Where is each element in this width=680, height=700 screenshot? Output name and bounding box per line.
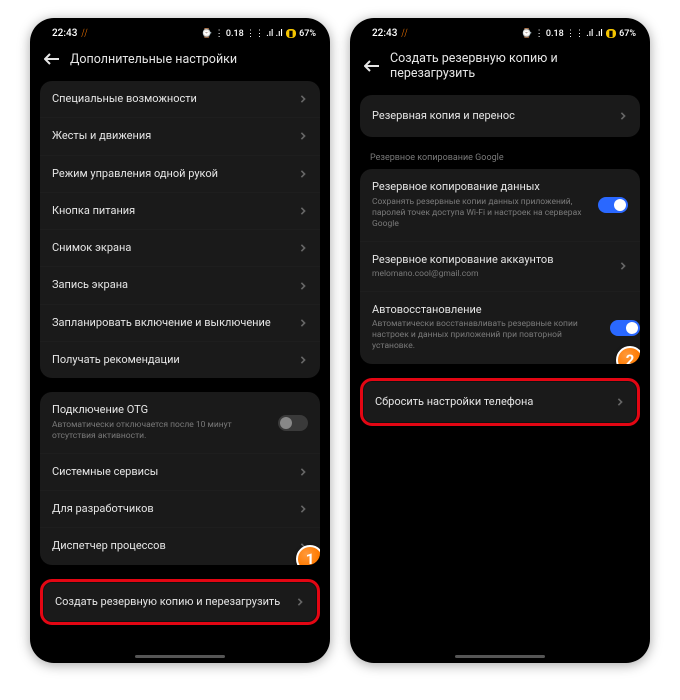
phone-right: 22:43 ⧸⧸ ⌚ ⋮ 0.18 ⋮⋮ .ıl .ıl ▮ 67% Созда… [350,18,650,663]
status-app-icon: ⧸⧸ [81,29,87,39]
status-bar: 22:43 ⧸⧸ ⌚ ⋮ 0.18 ⋮⋮ .ıl .ıl ▮ 67% [30,18,330,45]
toggle-backup-data[interactable] [598,197,628,213]
battery-icon: ▮ [286,29,296,38]
row-screenshot[interactable]: Снимок экрана [40,229,320,266]
status-bar: 22:43 ⧸⧸ ⌚ ⋮ 0.18 ⋮⋮ .ıl .ıl ▮ 67% [350,18,650,45]
row-label: Автовосстановление [372,303,602,317]
row-label: Системные сервисы [52,465,290,479]
battery-label: 67% [299,29,316,39]
row-schedule-power[interactable]: Запланировать включение и выключение [40,304,320,341]
row-backup-reset[interactable]: Создать резервную копию и перезагрузить [43,582,317,622]
row-label: Резервная копия и перенос [372,109,610,123]
toggle-autorestore[interactable] [610,320,640,336]
chevron-right-icon [298,467,308,477]
row-sublabel: Автоматически восстанавливать резервные … [372,319,602,352]
row-label: Жесты и движения [52,129,290,143]
back-icon[interactable] [364,58,380,74]
row-label: Для разработчиков [52,502,290,516]
chevron-right-icon [298,206,308,216]
row-sublabel: melomano.cool@gmail.com [372,269,610,280]
row-system-services[interactable]: Системные сервисы [40,453,320,490]
settings-group-1: Специальные возможности Жесты и движения… [40,81,320,378]
row-backup-transfer[interactable]: Резервная копия и перенос [360,95,640,137]
row-label: Запланировать включение и выключение [52,316,290,330]
page-header: Создать резервную копию и перезагрузить [350,45,650,95]
row-label: Резервное копирование аккаунтов [372,253,610,267]
chevron-right-icon [615,397,625,407]
status-time: 22:43 [52,28,77,39]
callout-badge-1: 1 [296,545,320,565]
row-sublabel: Автоматически отключается после 10 минут… [52,420,270,442]
highlight-backup-reset: Создать резервную копию и перезагрузить [40,579,320,625]
row-label: Сбросить настройки телефона [375,395,607,409]
page-header: Дополнительные настройки [30,45,330,81]
chevron-right-icon [298,131,308,141]
highlight-reset-phone: Сбросить настройки телефона [360,378,640,426]
toggle-otg[interactable] [278,415,308,431]
status-right-icons: ⌚ ⋮ 0.18 ⋮⋮ .ıl .ıl [521,29,603,39]
row-label: Кнопка питания [52,204,290,218]
phone-left: 22:43 ⧸⧸ ⌚ ⋮ 0.18 ⋮⋮ .ıl .ıl ▮ 67% Допол… [30,18,330,663]
row-label: Специальные возможности [52,92,290,106]
chevron-right-icon [298,504,308,514]
chevron-right-icon [298,169,308,179]
status-right-icons: ⌚ ⋮ 0.18 ⋮⋮ .ıl .ıl [201,29,283,39]
row-otg[interactable]: Подключение OTG Автоматически отключаетс… [40,392,320,452]
back-icon[interactable] [44,51,60,67]
status-right: ⌚ ⋮ 0.18 ⋮⋮ .ıl .ıl ▮ 67% [521,29,636,39]
status-right: ⌚ ⋮ 0.18 ⋮⋮ .ıl .ıl ▮ 67% [201,29,316,39]
chevron-right-icon [298,281,308,291]
chevron-right-icon [298,318,308,328]
section-label-google: Резервное копирование Google [350,151,650,169]
row-sublabel: Сохранять резервные копии данных приложе… [372,197,590,230]
row-autorestore[interactable]: Автовосстановление Автоматически восстан… [360,291,640,363]
chevron-right-icon [618,261,628,271]
status-app-icon: ⧸⧸ [401,29,407,39]
status-left: 22:43 ⧸⧸ [52,28,88,39]
row-backup-accounts[interactable]: Резервное копирование аккаунтов melomano… [360,241,640,291]
settings-group-google: Резервное копирование данных Сохранять р… [360,169,640,363]
settings-group-2: Подключение OTG Автоматически отключаетс… [40,392,320,564]
row-gestures[interactable]: Жесты и движения [40,117,320,154]
settings-group-backup: Резервная копия и перенос [360,95,640,137]
status-left: 22:43 ⧸⧸ [372,28,408,39]
row-reset-phone[interactable]: Сбросить настройки телефона [363,381,637,423]
row-recommendations[interactable]: Получать рекомендации [40,341,320,378]
row-label: Диспетчер процессов [52,539,290,553]
row-label: Подключение OTG [52,403,270,417]
row-label: Получать рекомендации [52,353,290,367]
row-one-hand[interactable]: Режим управления одной рукой [40,155,320,192]
row-backup-data[interactable]: Резервное копирование данных Сохранять р… [360,169,640,240]
home-indicator[interactable] [455,655,545,658]
chevron-right-icon [298,94,308,104]
chevron-right-icon [295,597,305,607]
battery-icon: ▮ [606,29,616,38]
row-label: Снимок экрана [52,241,290,255]
home-indicator[interactable] [135,655,225,658]
row-power-button[interactable]: Кнопка питания [40,192,320,229]
battery-label: 67% [619,29,636,39]
row-label: Запись экрана [52,278,290,292]
row-process-manager[interactable]: Диспетчер процессов [40,527,320,564]
chevron-right-icon [298,243,308,253]
page-title: Создать резервную копию и перезагрузить [390,51,636,81]
chevron-right-icon [618,111,628,121]
row-developer[interactable]: Для разработчиков [40,490,320,527]
row-screen-record[interactable]: Запись экрана [40,266,320,303]
row-accessibility[interactable]: Специальные возможности [40,81,320,117]
chevron-right-icon [298,355,308,365]
page-title: Дополнительные настройки [70,52,237,67]
row-label: Резервное копирование данных [372,180,590,194]
status-time: 22:43 [372,28,397,39]
row-label: Режим управления одной рукой [52,167,290,181]
row-label: Создать резервную копию и перезагрузить [55,595,287,609]
